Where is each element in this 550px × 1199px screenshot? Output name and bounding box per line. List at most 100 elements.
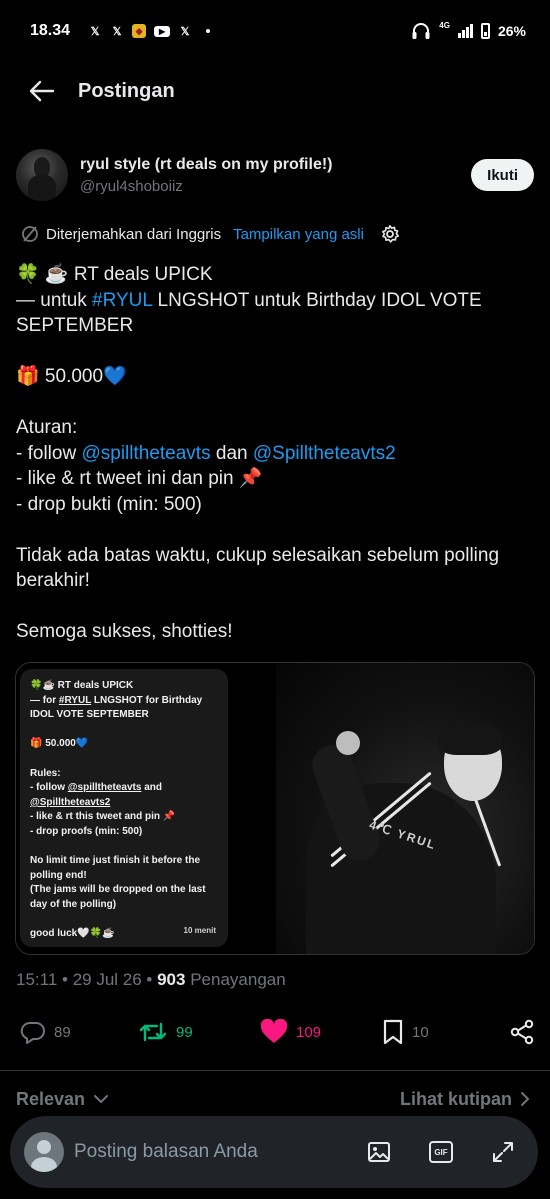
mention-link[interactable]: @Spilltheteavts2 — [253, 443, 396, 464]
network-type: 4G — [439, 20, 450, 30]
card-mention: @spilltheteavts — [67, 782, 142, 794]
back-button[interactable] — [28, 77, 56, 105]
gif-button[interactable]: GIF — [428, 1139, 454, 1165]
share-button[interactable] — [509, 1019, 535, 1045]
retweet-count: 99 — [176, 1023, 193, 1041]
tweet-note: Tidak ada batas waktu, cukup selesaikan … — [16, 544, 500, 592]
photo-figure-hand — [336, 731, 360, 755]
view-quotes-link[interactable]: Lihat kutipan — [400, 1089, 530, 1110]
card-rule: - like & rt this tweet and pin 📌 — [30, 811, 176, 823]
tweet-prize: 🎁 50.000💙 — [16, 366, 127, 387]
expand-button[interactable] — [490, 1139, 516, 1165]
rule-item: - follow @spilltheteavts dan @Spillthete… — [16, 441, 536, 467]
status-left: 18.34 𝕏 𝕏 ◆ ▶ 𝕏 — [30, 22, 211, 40]
translate-icon — [22, 226, 38, 242]
status-bar: 18.34 𝕏 𝕏 ◆ ▶ 𝕏 4G 26% — [0, 0, 550, 62]
author-info: ryul style (rt deals on my profile!) @ry… — [80, 156, 471, 195]
image-button[interactable] — [366, 1139, 392, 1165]
follow-button[interactable]: Ikuti — [471, 159, 534, 191]
card-rule: @Spilltheteavts2 — [30, 796, 218, 811]
translation-row: Diterjemahkan dari Inggris Tampilkan yan… — [20, 224, 400, 244]
user-avatar — [24, 1132, 64, 1172]
card-text-span: - follow — [30, 782, 68, 794]
media-image-photo[interactable]: 4℃ YRUL — [276, 663, 534, 954]
reply-count: 89 — [54, 1023, 71, 1041]
gear-icon — [381, 225, 399, 243]
image-icon — [368, 1142, 390, 1162]
reply-composer: GIF — [10, 1116, 538, 1188]
status-time: 18.34 — [30, 22, 71, 39]
arrow-left-icon — [29, 80, 55, 102]
tweet-text-span: dan — [210, 442, 253, 464]
hashtag-link[interactable]: #RYUL — [92, 290, 152, 311]
rules-title: Aturan: — [16, 417, 78, 438]
tweet-line: — untuk #RYUL LNGSHOT untuk Birthday IDO… — [16, 288, 536, 339]
card-mention: @Spilltheteavts2 — [30, 796, 111, 808]
card-prize: 🎁 50.000💙 — [30, 738, 89, 750]
tweet-text-span: - follow — [16, 442, 82, 464]
tweet-media: 🍀☕ RT deals UPICK — for #RYUL LNGSHOT fo… — [15, 662, 535, 955]
reply-button[interactable]: 89 — [20, 1019, 138, 1045]
youtube-icon: ▶ — [154, 25, 171, 37]
page-title: Postingan — [78, 79, 175, 102]
x-icon: 𝕏 — [90, 25, 100, 38]
show-original-link[interactable]: Tampilkan yang asli — [233, 226, 364, 243]
card-note: (The jams will be dropped on the last da… — [30, 884, 206, 910]
bookmark-button[interactable]: 10 — [382, 1019, 502, 1045]
tweet-actions: 89 99 109 10 — [20, 1010, 535, 1054]
like-count: 109 — [296, 1023, 322, 1041]
reply-icon — [20, 1021, 45, 1044]
x-icon: 𝕏 — [180, 25, 190, 38]
card-line: 🍀☕ RT deals UPICK — [30, 680, 134, 691]
translation-settings-button[interactable] — [380, 224, 400, 244]
battery-icon — [480, 23, 490, 39]
tweet-author: ryul style (rt deals on my profile!) @ry… — [16, 145, 534, 205]
chevron-right-icon — [521, 1092, 530, 1106]
tweet-text-span: — untuk — [16, 289, 93, 311]
tweet-time: 15:11 — [16, 970, 58, 989]
media-image-screenshot[interactable]: 🍀☕ RT deals UPICK — for #RYUL LNGSHOT fo… — [16, 663, 273, 954]
author-handle[interactable]: @ryul4shoboiiz — [80, 178, 471, 195]
tweet-text: 🍀 ☕ RT deals UPICK — untuk #RYUL LNGSHOT… — [16, 262, 536, 645]
heart-icon — [260, 1019, 288, 1043]
headphones-icon — [412, 23, 430, 39]
card-rules-title: Rules: — [30, 767, 61, 779]
sort-label: Relevan — [16, 1088, 86, 1109]
bookmark-count: 10 — [412, 1023, 429, 1041]
author-avatar[interactable] — [16, 149, 68, 201]
photo-figure-hair — [438, 721, 502, 755]
replies-sort-row: Relevan Lihat kutipan — [16, 1084, 530, 1114]
tweet-date: 29 Jul 26 — [72, 970, 142, 989]
like-button[interactable]: 109 — [260, 1019, 382, 1045]
x-icon: 𝕏 — [112, 25, 122, 38]
tweet-meta: 15:11 • 29 Jul 26 • 903 Penayangan — [16, 970, 286, 989]
retweet-button[interactable]: 99 — [138, 1019, 260, 1045]
mention-link[interactable]: @spilltheteavts — [81, 443, 210, 464]
card-line: — for #RYUL LNGSHOT for Birthday IDOL VO… — [30, 694, 218, 723]
rule-item: - drop bukti (min: 500) — [16, 493, 202, 515]
more-notifications-dot-icon — [206, 29, 211, 33]
translation-label: Diterjemahkan dari Inggris — [46, 225, 222, 243]
divider — [0, 1070, 550, 1071]
views-label: Penayangan — [190, 970, 286, 989]
chevron-down-icon — [94, 1095, 109, 1104]
expand-icon — [493, 1142, 513, 1162]
sort-dropdown[interactable]: Relevan — [16, 1089, 109, 1110]
share-icon — [510, 1019, 534, 1045]
view-quotes-label: Lihat kutipan — [400, 1088, 512, 1109]
author-name[interactable]: ryul style (rt deals on my profile!) — [80, 156, 471, 174]
status-right: 4G 26% — [411, 20, 526, 40]
gif-icon: GIF — [429, 1141, 453, 1163]
card-time: 10 menit — [183, 926, 216, 936]
bookmark-icon — [383, 1019, 403, 1045]
card-hashtag: #RYUL — [58, 694, 92, 706]
card-rule: - follow @spilltheteavts and — [30, 781, 218, 796]
reply-input[interactable] — [74, 1141, 366, 1163]
retweet-icon — [139, 1022, 167, 1042]
battery-level: 26% — [497, 23, 526, 39]
app-icon: ◆ — [132, 24, 147, 38]
top-app-bar: Postingan — [0, 62, 550, 120]
tweet-line: 🍀 ☕ RT deals UPICK — [16, 264, 213, 285]
screenshot-card: 🍀☕ RT deals UPICK — for #RYUL LNGSHOT fo… — [20, 669, 228, 947]
signal-icon — [457, 24, 473, 38]
